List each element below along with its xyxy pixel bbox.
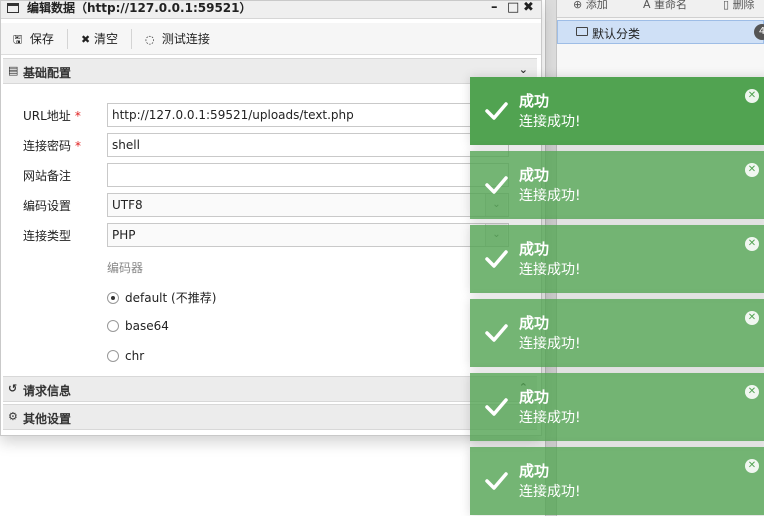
close-icon[interactable]: ✕ — [745, 385, 759, 399]
encoder-option-chr[interactable]: chr — [107, 349, 144, 363]
check-icon — [485, 176, 508, 194]
toast-title: 成功 — [519, 314, 550, 332]
toast-message: 连接成功! — [519, 114, 581, 130]
close-icon[interactable]: ✕ — [745, 311, 759, 325]
radio-selected-icon[interactable] — [107, 292, 119, 304]
toast-message: 连接成功! — [519, 262, 581, 278]
clear-label: 清空 — [94, 32, 119, 46]
test-connection-label: 测试连接 — [161, 32, 210, 46]
refresh-icon: ↺ — [8, 382, 18, 395]
clear-button[interactable]: ✖ 清空 — [81, 30, 118, 48]
close-button[interactable]: ✖ — [523, 1, 534, 15]
success-toast[interactable]: 成功 连接成功! ✕ — [470, 299, 764, 367]
basic-config-title: 基础配置 — [23, 66, 72, 80]
radio-icon[interactable] — [107, 320, 119, 332]
toast-message: 连接成功! — [519, 484, 581, 500]
success-toast[interactable]: 成功 连接成功! ✕ — [470, 447, 764, 515]
maximize-button[interactable]: □ — [507, 1, 519, 15]
check-icon — [485, 102, 508, 120]
password-input[interactable]: shell — [107, 133, 509, 157]
success-toast[interactable]: 成功 连接成功! ✕ — [470, 77, 764, 145]
note-input[interactable] — [107, 163, 509, 187]
encoding-label: 编码设置 — [23, 199, 72, 213]
success-toast[interactable]: 成功 连接成功! ✕ — [470, 151, 764, 219]
spinner-icon: ◌ — [145, 33, 155, 46]
check-icon — [485, 324, 508, 342]
test-connection-button[interactable]: ◌ 测试连接 — [145, 30, 210, 48]
form-toolbar: 🖫 保存 ✖ 清空 ◌ 测试连接 — [1, 23, 541, 55]
encoding-value: UTF8 — [112, 198, 143, 212]
check-icon — [485, 250, 508, 268]
toast-title: 成功 — [519, 388, 550, 406]
add-label: 添加 — [585, 0, 608, 11]
close-icon[interactable]: ✕ — [745, 89, 759, 103]
toast-message: 连接成功! — [519, 336, 581, 352]
edit-data-window: 编辑数据（http://127.0.0.1:59521） – □ ✖ 🖫 保存 … — [0, 0, 542, 436]
password-label: 连接密码 * — [23, 137, 81, 154]
rename-label: 重命名 — [654, 0, 688, 11]
x-icon: ✖ — [81, 33, 91, 46]
toast-title: 成功 — [519, 92, 550, 110]
minimize-button[interactable]: – — [491, 1, 498, 15]
encoder-option-label: default (不推荐) — [125, 291, 217, 305]
toolbar-divider — [131, 29, 132, 49]
request-info-title: 请求信息 — [23, 384, 72, 398]
delete-category-button[interactable]: ▯ 删除 — [723, 0, 755, 12]
url-label-text: URL地址 — [23, 109, 71, 123]
encoder-option-default[interactable]: default (不推荐) — [107, 289, 216, 306]
category-count-badge: 4 — [754, 24, 764, 40]
success-toast[interactable]: 成功 连接成功! ✕ — [470, 225, 764, 293]
encoder-title: 编码器 — [107, 261, 144, 275]
add-category-button[interactable]: ⊕ 添加 — [573, 0, 608, 12]
close-icon[interactable]: ✕ — [745, 163, 759, 177]
other-settings-header[interactable]: ⚙ 其他设置 — [3, 404, 537, 430]
check-icon — [485, 398, 508, 416]
save-label: 保存 — [29, 32, 54, 46]
toolbar-divider — [67, 29, 68, 49]
request-info-header[interactable]: ↺ 请求信息 ⌃ — [3, 376, 537, 402]
toast-message: 连接成功! — [519, 188, 581, 204]
toast-title: 成功 — [519, 462, 550, 480]
gears-icon: ⚙ — [8, 410, 18, 423]
other-settings-title: 其他设置 — [23, 412, 72, 426]
encoder-option-base64[interactable]: base64 — [107, 319, 169, 333]
type-select[interactable]: PHP — [107, 223, 509, 247]
toast-message: 连接成功! — [519, 410, 581, 426]
rename-category-button[interactable]: A 重命名 — [643, 0, 687, 12]
folder-icon — [576, 27, 588, 36]
delete-label: 删除 — [732, 0, 755, 11]
url-label: URL地址 * — [23, 107, 81, 124]
url-input[interactable]: http://127.0.0.1:59521/uploads/text.php — [107, 103, 509, 127]
close-icon[interactable]: ✕ — [745, 459, 759, 473]
window-title: 编辑数据（http://127.0.0.1:59521） — [27, 1, 252, 15]
category-toolbar: ⊕ 添加 A 重命名 ▯ 删除 — [557, 0, 764, 18]
category-item-default[interactable]: 默认分类 4 — [557, 20, 764, 44]
toast-title: 成功 — [519, 166, 550, 184]
save-button[interactable]: 🖫 保存 — [13, 30, 54, 48]
window-icon — [7, 3, 19, 13]
basic-config-header[interactable]: ▤ 基础配置 ⌄ — [3, 58, 537, 84]
note-label: 网站备注 — [23, 169, 72, 183]
check-icon — [485, 472, 508, 490]
radio-icon[interactable] — [107, 350, 119, 362]
required-marker: * — [74, 109, 81, 123]
encoder-option-label: base64 — [125, 319, 169, 333]
toast-title: 成功 — [519, 240, 550, 258]
category-label: 默认分类 — [592, 27, 641, 41]
document-icon: ▤ — [8, 64, 19, 77]
close-icon[interactable]: ✕ — [745, 237, 759, 251]
chevron-down-icon: ⌄ — [518, 63, 528, 76]
required-marker: * — [75, 139, 82, 153]
window-titlebar[interactable]: 编辑数据（http://127.0.0.1:59521） – □ ✖ — [1, 1, 541, 19]
encoder-option-label: chr — [125, 349, 145, 363]
encoding-select[interactable]: UTF8 — [107, 193, 509, 217]
success-toast[interactable]: 成功 连接成功! ✕ — [470, 373, 764, 441]
type-label: 连接类型 — [23, 229, 72, 243]
password-label-text: 连接密码 — [23, 139, 72, 153]
type-value: PHP — [112, 228, 136, 242]
floppy-icon: 🖫 — [13, 33, 23, 46]
